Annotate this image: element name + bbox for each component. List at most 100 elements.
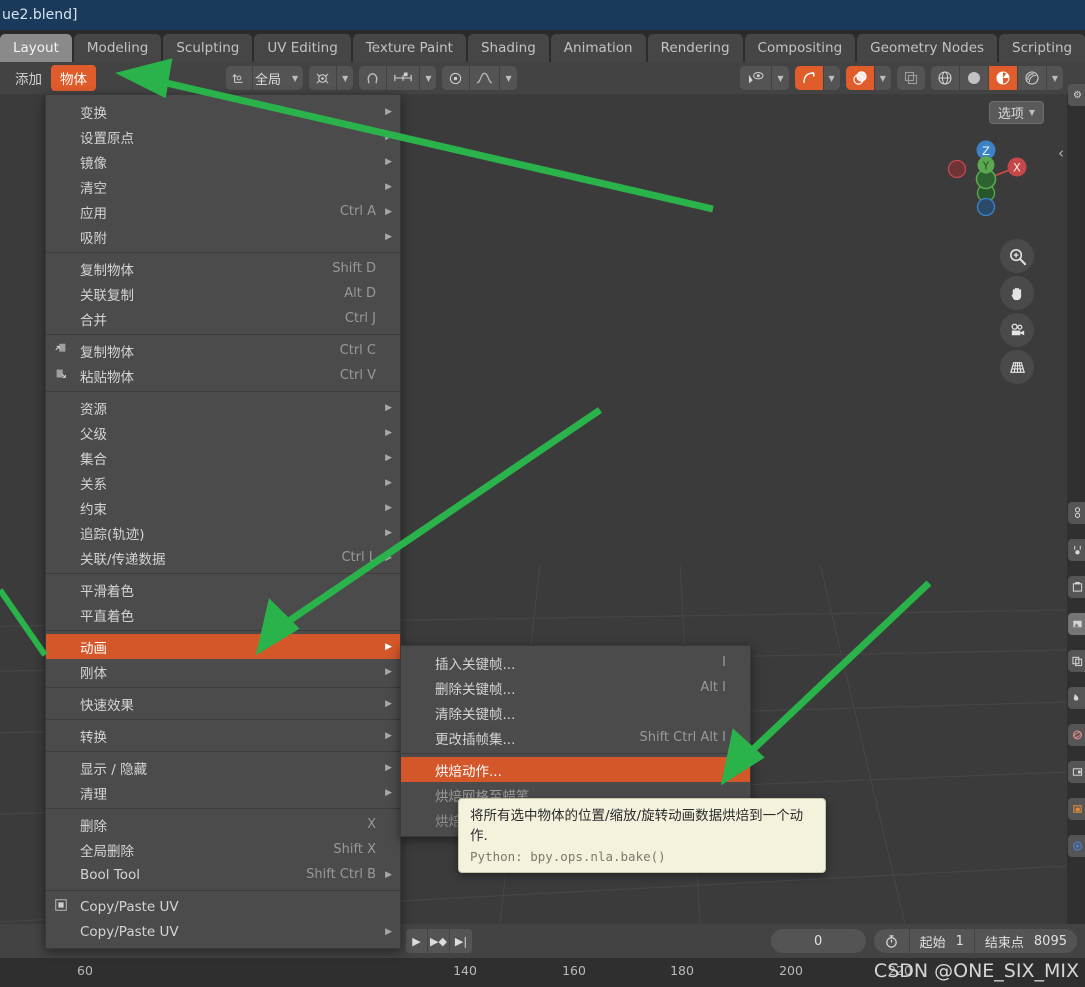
tab-shading[interactable]: Shading [467, 34, 549, 62]
tab-layout[interactable]: Layout [0, 34, 72, 62]
menu-item[interactable]: 资源 ▶ [46, 395, 400, 420]
menu-item[interactable]: 快速效果 ▶ [46, 691, 400, 716]
menu-item[interactable]: 动画 ▶ [46, 634, 400, 659]
tab-scripting[interactable]: Scripting [999, 34, 1085, 62]
chevron-down-icon[interactable]: ▼ [500, 74, 516, 83]
rendered-shading-icon[interactable] [1017, 66, 1047, 90]
visibility-group[interactable]: ▼ [740, 66, 789, 90]
menu-item[interactable]: 清理 ▶ [46, 780, 400, 805]
chevron-down-icon[interactable]: ▼ [420, 74, 436, 83]
menu-item[interactable]: 更改插帧集... Shift Ctrl Alt I [401, 725, 750, 750]
menu-item[interactable]: 清除关键帧... [401, 700, 750, 725]
falloff-curve-icon[interactable] [470, 66, 501, 90]
menu-item[interactable]: 删除 X [46, 812, 400, 837]
menu-add[interactable]: 添加 [6, 65, 51, 91]
menu-item[interactable]: 烘焙动作... [401, 757, 750, 782]
tab-sculpting[interactable]: Sculpting [163, 34, 253, 62]
toggle-xray-icon[interactable] [896, 66, 925, 90]
menu-item[interactable]: 复制物体 Ctrl C [46, 338, 400, 363]
solid-shading-icon[interactable] [959, 66, 989, 90]
menu-item[interactable]: 镜像 ▶ [46, 149, 400, 174]
orthographic-toggle-icon[interactable] [1000, 350, 1034, 384]
start-frame-field[interactable]: 起始 1 [910, 929, 975, 953]
next-keyframe-button[interactable]: ▶◆ [428, 929, 450, 953]
material-properties-icon[interactable] [1068, 835, 1085, 857]
tool-properties-icon[interactable]: ⚙ [1068, 84, 1085, 106]
menu-item[interactable]: 刚体 ▶ [46, 659, 400, 684]
transform-orientation-group[interactable]: 全局 ▼ [226, 66, 304, 90]
menu-item[interactable]: 删除关键帧... Alt I [401, 675, 750, 700]
menu-item[interactable]: 吸附 ▶ [46, 224, 400, 249]
menu-item[interactable]: 集合 ▶ [46, 445, 400, 470]
menu-item[interactable]: 全局删除 Shift X [46, 837, 400, 862]
menu-item[interactable]: 变换 ▶ [46, 99, 400, 124]
sidebar-collapse-icon[interactable]: ‹ [1058, 144, 1064, 162]
object-menu-dropdown[interactable]: 变换 ▶ 设置原点 ▶ 镜像 ▶ 清空 ▶ 应用 Ctrl A ▶ 吸附 ▶ 复制物体 Shift D 关联复… [45, 94, 401, 949]
tab-geometry-nodes[interactable]: Geometry Nodes [857, 34, 998, 62]
menu-item[interactable]: 约束 ▶ [46, 495, 400, 520]
tab-rendering[interactable]: Rendering [647, 34, 743, 62]
menu-item[interactable]: 关系 ▶ [46, 470, 400, 495]
menu-item[interactable]: 转换 ▶ [46, 723, 400, 748]
material-preview-shading-icon[interactable] [988, 66, 1018, 90]
scene-properties-icon[interactable] [1068, 613, 1085, 635]
menu-item[interactable]: 粘贴物体 Ctrl V [46, 363, 400, 388]
object-data-properties-icon[interactable] [1068, 798, 1085, 820]
tab-compositing[interactable]: Compositing [744, 34, 856, 62]
constraint-properties-icon[interactable] [1068, 761, 1085, 783]
chevron-down-icon[interactable]: ▼ [772, 74, 788, 83]
menu-item[interactable]: Bool Tool Shift Ctrl B ▶ [46, 862, 400, 887]
menu-item[interactable]: 显示 / 隐藏 ▶ [46, 755, 400, 780]
proportional-edit-group[interactable]: ▼ [442, 66, 517, 90]
pivot-point-icon[interactable] [309, 66, 338, 90]
zoom-icon[interactable] [1000, 239, 1034, 273]
jump-to-end-button[interactable]: ▶| [450, 929, 472, 953]
show-overlays-icon[interactable] [845, 66, 875, 90]
frame-range-group[interactable]: 起始 1 结束点 8095 [873, 929, 1077, 953]
current-frame-field[interactable]: 0 [770, 929, 866, 953]
menu-item[interactable]: 平滑着色 [46, 577, 400, 602]
camera-view-icon[interactable] [1000, 313, 1034, 347]
menu-item[interactable]: 关联复制 Alt D [46, 281, 400, 306]
proportional-size-icon[interactable] [387, 66, 421, 90]
show-gizmo-icon[interactable] [794, 66, 824, 90]
world-properties-icon[interactable] [1068, 650, 1085, 672]
view-layer-properties-icon[interactable] [1068, 576, 1085, 598]
chevron-down-icon[interactable]: ▼ [287, 74, 303, 83]
render-properties-icon[interactable] [1068, 502, 1085, 524]
tab-animation[interactable]: Animation [550, 34, 646, 62]
pan-hand-icon[interactable] [1000, 276, 1034, 310]
show-gizmo-eye-icon[interactable] [740, 66, 773, 90]
magnet-snap-icon[interactable] [359, 66, 388, 90]
overlays-group[interactable]: ▼ [845, 66, 891, 90]
tab-texture-paint[interactable]: Texture Paint [352, 34, 466, 62]
xray-group[interactable] [896, 66, 925, 90]
chevron-down-icon[interactable]: ▼ [1047, 74, 1063, 83]
snap-magnet-group[interactable]: ▼ [359, 66, 437, 90]
wireframe-shading-icon[interactable] [930, 66, 960, 90]
menu-item[interactable]: 设置原点 ▶ [46, 124, 400, 149]
menu-item[interactable]: 关联/传递数据 Ctrl L ▶ [46, 545, 400, 570]
menu-item[interactable]: 合并 Ctrl J [46, 306, 400, 331]
output-properties-icon[interactable] [1068, 539, 1085, 561]
viewport-options-button[interactable]: 选项 ▼ [988, 101, 1044, 124]
menu-item[interactable]: 追踪(轨迹) ▶ [46, 520, 400, 545]
properties-tab-rail[interactable]: ⚙ [1067, 84, 1085, 924]
menu-item[interactable]: 应用 Ctrl A ▶ [46, 199, 400, 224]
snap-group[interactable]: ▼ [309, 66, 354, 90]
tab-modeling[interactable]: Modeling [73, 34, 162, 62]
shading-mode-group[interactable]: ▼ [930, 66, 1063, 90]
proportional-edit-icon[interactable] [442, 66, 471, 90]
menu-item[interactable]: Copy/Paste UV ▶ [46, 919, 400, 944]
playback-controls-group[interactable]: ▶ ▶◆ ▶| [406, 929, 472, 953]
chevron-down-icon[interactable]: ▼ [337, 74, 353, 83]
end-frame-field[interactable]: 结束点 8095 [975, 929, 1077, 953]
menu-item[interactable]: 复制物体 Shift D [46, 256, 400, 281]
tab-uv-editing[interactable]: UV Editing [254, 34, 351, 62]
object-properties-icon[interactable] [1068, 687, 1085, 709]
menu-item[interactable]: 插入关键帧... I [401, 650, 750, 675]
chevron-down-icon[interactable]: ▼ [824, 74, 840, 83]
physics-properties-icon[interactable] [1068, 724, 1085, 746]
transform-orientation-value[interactable]: 全局 [253, 69, 287, 88]
navigation-gizmo[interactable]: Z Y X [943, 136, 1029, 222]
